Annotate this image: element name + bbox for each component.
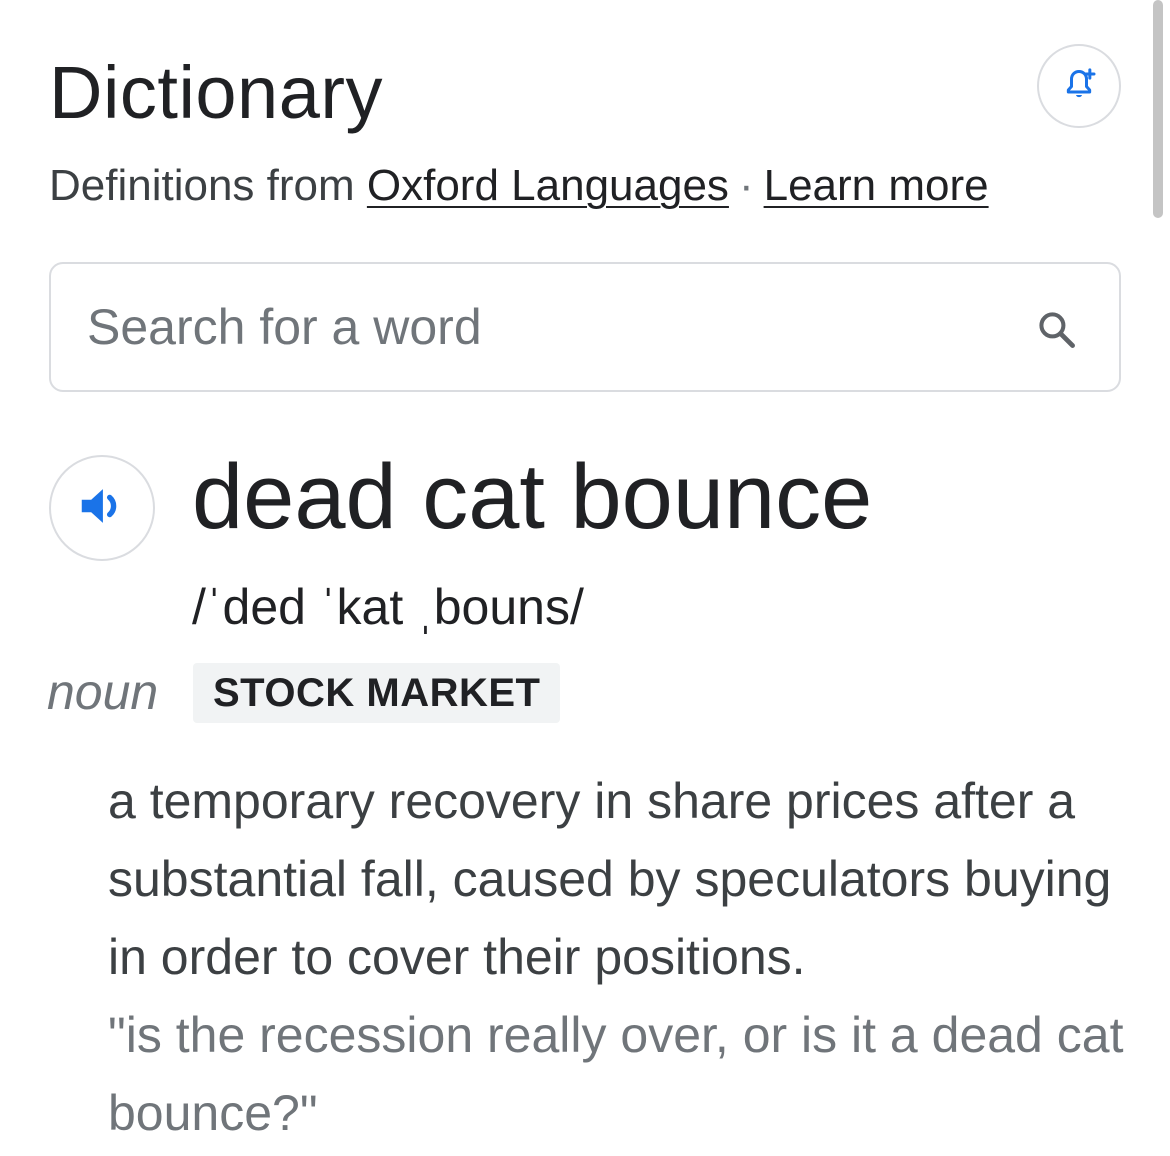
definition-text: a temporary recovery in share prices aft… <box>108 773 1112 985</box>
example-sentence: "is the recession really over, or is it … <box>108 1007 1124 1141</box>
add-alert-button[interactable] <box>1037 44 1121 128</box>
separator-dot: · <box>738 161 754 210</box>
domain-label-badge: STOCK MARKET <box>193 663 561 723</box>
add-alert-bell-icon <box>1059 64 1099 109</box>
word-search-box[interactable] <box>49 262 1121 392</box>
scrollbar-thumb[interactable] <box>1153 0 1163 218</box>
dictionary-card: Dictionary Definitions from Oxford Langu… <box>0 0 1170 1156</box>
part-of-speech: noun <box>47 664 159 720</box>
learn-more-link[interactable]: Learn more <box>764 161 989 210</box>
search-input[interactable] <box>87 292 987 362</box>
page-title: Dictionary <box>49 51 383 134</box>
volume-up-icon <box>75 479 129 538</box>
search-icon[interactable] <box>1035 308 1079 352</box>
oxford-languages-link[interactable]: Oxford Languages <box>367 161 729 210</box>
source-line: Definitions from Oxford Languages · Learn … <box>49 160 989 212</box>
source-prefix: Definitions from <box>49 161 367 210</box>
pronunciation-audio-button[interactable] <box>49 455 155 561</box>
phonetic-transcription: /ˈded ˈkat ˌbouns/ <box>192 579 584 635</box>
headword: dead cat bounce <box>192 446 873 548</box>
